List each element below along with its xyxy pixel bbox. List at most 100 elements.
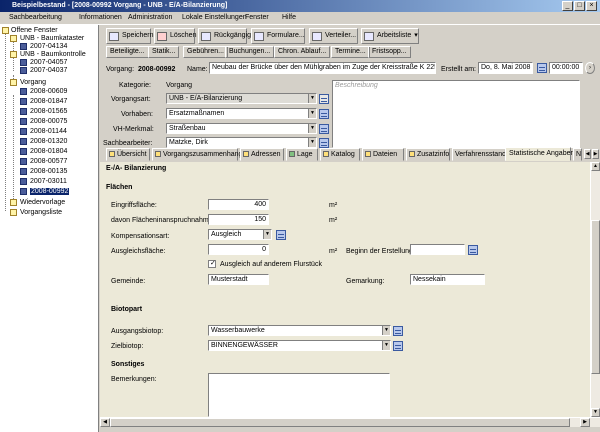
tree-item[interactable]: 2008-01804 — [20, 148, 67, 156]
save-button[interactable]: Speichern — [106, 28, 154, 44]
vh-list-icon[interactable] — [319, 124, 329, 134]
delete-button[interactable]: Löschen — [154, 28, 196, 44]
calendar-icon[interactable] — [537, 63, 547, 73]
ausgleich-checkbox[interactable] — [208, 259, 216, 268]
menu-lokale-einstellungen[interactable]: Lokale Einstellungen — [182, 14, 247, 21]
subtab-fristsopp[interactable]: Fristsopp... — [368, 46, 411, 58]
project-list-icon[interactable] — [319, 109, 329, 119]
beginn-field[interactable] — [410, 244, 465, 255]
undo-button[interactable]: Rückgängig — [198, 28, 251, 44]
tree-item[interactable]: 2008-00609 — [20, 88, 67, 96]
created-date-field[interactable]: Do, 8. Mai 2008 — [478, 62, 533, 74]
tree-group-baumkontrolle[interactable]: UNB - Baumkontrolle — [10, 51, 86, 59]
maximize-button[interactable]: □ — [574, 1, 585, 11]
tab-dateien[interactable]: Dateien — [362, 148, 404, 161]
dropdown-arrow-icon: ▼ — [382, 341, 390, 350]
tree-item[interactable]: 2008-01144 — [20, 128, 67, 136]
menu-hilfe[interactable]: Hilfe — [282, 14, 296, 21]
tab-scroll-left-icon[interactable]: ◀ — [584, 149, 591, 159]
tab-adressen[interactable]: Adressen — [240, 148, 284, 161]
subtab-gebuehren[interactable]: Gebühren... — [183, 46, 228, 58]
title-bar[interactable]: Beispielbestand - [2008-00992 Vorgang - … — [0, 0, 600, 12]
tab-katalog[interactable]: Katalog — [320, 148, 360, 161]
name-field[interactable]: Neubau der Brücke über den Mühlgraben im… — [209, 62, 436, 74]
zielbiotop-select[interactable]: BINNENGEWÄSSER ▼ — [208, 340, 391, 351]
subtab-statik[interactable]: Statik... — [148, 46, 180, 58]
tree-root-open-windows[interactable]: Offene Fenster — [2, 27, 58, 35]
tree-item[interactable]: 2008-01320 — [20, 138, 67, 146]
subtab-termine[interactable]: Termine... — [331, 46, 370, 58]
distributor-button[interactable]: Verteiler... — [309, 28, 358, 44]
address-icon — [243, 151, 249, 157]
scroll-left-icon[interactable]: ◀ — [100, 418, 110, 427]
handler-select[interactable]: Matzke, Dirk ▼ — [166, 137, 317, 148]
document-icon — [20, 148, 27, 155]
scroll-right-icon[interactable]: ▶ — [580, 418, 590, 427]
tree-group-vorgang[interactable]: Vorgang — [10, 79, 46, 87]
calendar-icon[interactable] — [468, 245, 478, 255]
bemerkungen-field[interactable] — [208, 373, 390, 417]
project-select[interactable]: Ersatzmaßnamen ▼ — [166, 108, 317, 119]
tree-item[interactable]: 2008-01847 — [20, 98, 67, 106]
horizontal-scrollbar[interactable]: ◀ ▶ — [100, 417, 600, 427]
tree-item[interactable]: 2007-04134 — [20, 43, 67, 51]
tree-item[interactable]: 2008-00135 — [20, 168, 67, 176]
subtab-buchungen[interactable]: Buchungen... — [225, 46, 275, 58]
tree-item[interactable]: 2008-01565 — [20, 108, 67, 116]
time-refresh-icon[interactable]: › — [585, 62, 595, 74]
ausgleich-field[interactable]: 0 — [208, 244, 269, 255]
document-icon — [20, 43, 27, 50]
tree-item-vorgangsliste[interactable]: Vorgangsliste — [10, 209, 62, 217]
scroll-down-icon[interactable]: ▼ — [591, 408, 600, 417]
minimize-button[interactable]: _ — [562, 1, 573, 11]
menu-informationen[interactable]: Informationen — [79, 14, 122, 21]
scroll-thumb-horizontal[interactable] — [110, 418, 570, 427]
eingriff-field[interactable]: 400 — [208, 199, 269, 210]
dropdown-arrow-icon: ▼ — [263, 230, 271, 239]
tree-group-baumkataster[interactable]: UNB - Baumkataster — [10, 35, 84, 43]
tree-item[interactable]: 2008-00075 — [20, 118, 67, 126]
unit-m2: m² — [329, 202, 338, 209]
subtab-beteiligte[interactable]: Beteiligte... — [106, 46, 149, 58]
tab-overflow[interactable]: N — [573, 148, 582, 161]
tree-item[interactable]: 2007-03011 — [20, 178, 67, 186]
category-value: Vorgang — [166, 82, 193, 89]
tab-uebersicht[interactable]: Übersicht — [106, 148, 150, 161]
menu-fenster[interactable]: Fenster — [245, 14, 269, 21]
tree-item-selected[interactable]: 2008-00992 — [20, 188, 70, 196]
menu-sachbearbeitung[interactable]: Sachbearbeitung — [9, 14, 62, 21]
description-field[interactable]: Beschreibung — [332, 80, 580, 148]
vertical-scrollbar[interactable]: ▲ ▼ — [590, 162, 600, 417]
kompensation-list-icon[interactable] — [276, 230, 286, 240]
created-time-field[interactable]: 00:00:00 — [549, 62, 583, 74]
tree-item[interactable]: 2008-00577 — [20, 158, 67, 166]
scroll-thumb[interactable] — [591, 220, 600, 374]
tab-zusatzinfo[interactable]: Zusatzinfo — [406, 148, 450, 161]
location-icon — [289, 151, 295, 157]
handler-list-icon[interactable] — [319, 138, 329, 148]
tab-verfahrensstand[interactable]: Verfahrensstand — [452, 148, 507, 161]
scroll-up-icon[interactable]: ▲ — [591, 162, 600, 171]
menu-administration[interactable]: Administration — [128, 14, 172, 21]
tab-scroll-right-icon[interactable]: ▶ — [592, 149, 599, 159]
zielbiotop-list-icon[interactable] — [393, 341, 403, 351]
type-select[interactable]: UNB - E/A-Bilanzierung ▼ — [166, 93, 317, 104]
ausgangsbiotop-select[interactable]: Wasserbauwerke ▼ — [208, 325, 391, 336]
gemeinde-field[interactable]: Musterstadt — [208, 274, 269, 285]
tree-item[interactable]: 2007-04057 — [20, 59, 67, 67]
tree-item[interactable]: 2007-04037 — [20, 67, 67, 75]
tree-item-wiedervorlage[interactable]: Wiedervorlage — [10, 199, 65, 207]
gemarkung-field[interactable]: Nessekain — [410, 274, 485, 285]
ausgangsbiotop-list-icon[interactable] — [393, 326, 403, 336]
worklist-button[interactable]: Arbeitsliste ▾ — [361, 28, 419, 44]
close-button[interactable]: × — [586, 1, 597, 11]
tab-statistische-angaben[interactable]: Statistische Angaben — [505, 147, 574, 161]
forms-button[interactable]: Formulare... — [251, 28, 305, 44]
type-list-icon[interactable] — [319, 94, 329, 104]
tab-vorgangszusammenhang[interactable]: Vorgangszusammenhang — [152, 148, 242, 161]
subtab-chron-ablauf[interactable]: Chron. Ablauf... — [274, 46, 331, 58]
kompensation-select[interactable]: Ausgleich ▼ — [208, 229, 272, 240]
tab-lage[interactable]: Lage — [286, 148, 318, 161]
davon-field[interactable]: 150 — [208, 214, 269, 225]
vh-select[interactable]: Straßenbau ▼ — [166, 123, 317, 134]
